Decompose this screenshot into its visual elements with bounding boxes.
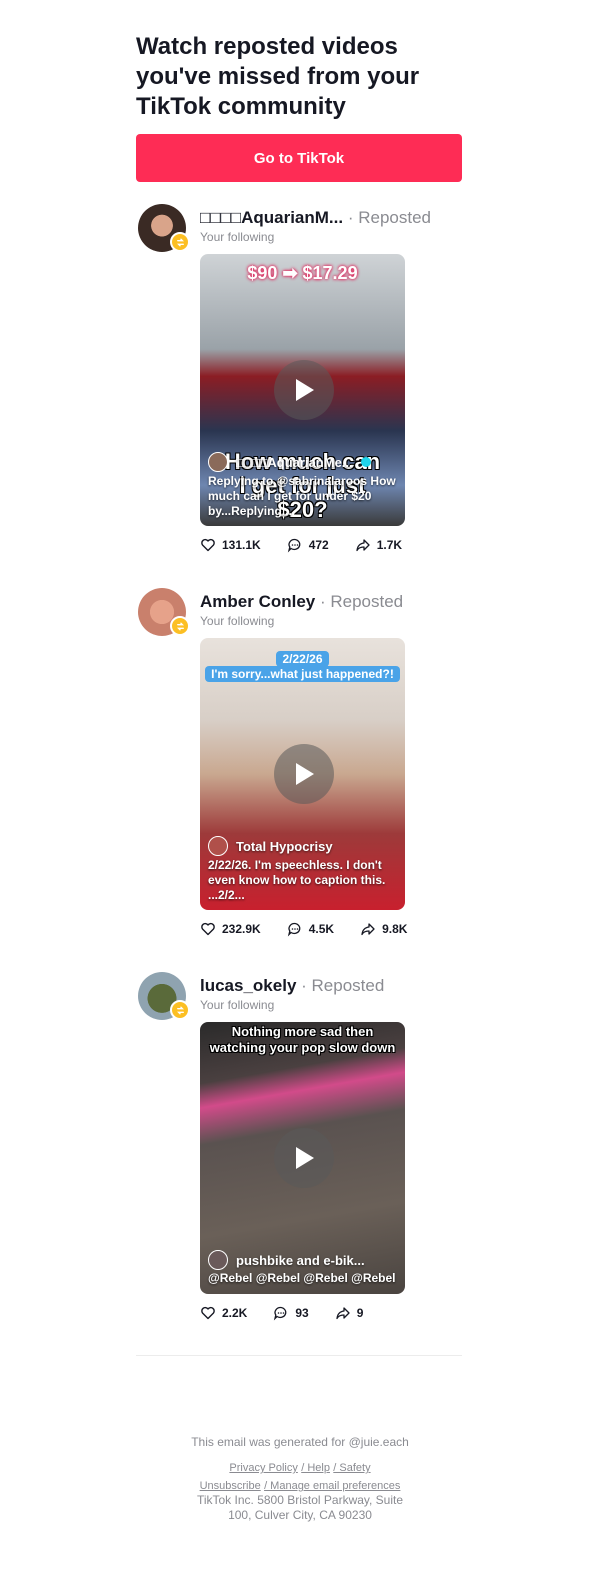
- avatar[interactable]: [138, 588, 190, 636]
- heart-icon: [201, 538, 215, 552]
- comment-icon: [287, 538, 301, 553]
- creator-name: pushbike and e-bik...: [236, 1252, 365, 1268]
- creator-avatar: [208, 836, 228, 856]
- creator-avatar: [208, 1250, 228, 1270]
- repost-icon: [170, 1000, 190, 1020]
- shares-stat: 9.8K: [360, 921, 407, 937]
- video-thumbnail[interactable]: 2/22/26 I'm sorry...what just happened?!…: [200, 638, 405, 910]
- play-icon[interactable]: [274, 360, 334, 420]
- following-label: Your following: [200, 614, 275, 628]
- price-overlay: $90 ➡ $17.29: [247, 263, 358, 283]
- avatar[interactable]: [138, 972, 190, 1020]
- likes-stat: 2.2K: [200, 1305, 247, 1321]
- repost-icon: [170, 232, 190, 252]
- video-thumbnail[interactable]: Nothing more sad then watching your pop …: [200, 1022, 405, 1294]
- shares-count: 1.7K: [376, 538, 403, 552]
- creator-row: □□□□AquarianMe...: [208, 452, 371, 472]
- username[interactable]: lucas_okely: [200, 976, 296, 995]
- comments-count: 4.5K: [308, 922, 335, 936]
- creator-name: □□□□AquarianMe...: [236, 454, 353, 470]
- username-line: lucas_okely · Reposted: [200, 976, 384, 996]
- likes-count: 232.9K: [222, 922, 261, 936]
- safety-link[interactable]: / Safety: [333, 1462, 370, 1474]
- company-address: TikTok Inc. 5800 Bristol Parkway, Suite …: [196, 1493, 404, 1522]
- username-line: □□□□AquarianM... · Reposted: [200, 208, 431, 228]
- likes-stat: 131.1K: [200, 537, 261, 553]
- creator-row: pushbike and e-bik...: [208, 1250, 365, 1270]
- repost-item: □□□□AquarianM... · Reposted Your followi…: [136, 204, 466, 564]
- video-caption: @Rebel @Rebel @Rebel @Rebel: [208, 1271, 396, 1285]
- following-label: Your following: [200, 230, 275, 244]
- play-icon[interactable]: [274, 744, 334, 804]
- username[interactable]: Amber Conley: [200, 592, 315, 611]
- creator-name: Total Hypocrisy: [236, 838, 333, 854]
- help-link[interactable]: / Help: [301, 1462, 330, 1474]
- creator-avatar: [208, 452, 228, 472]
- repost-item: Amber Conley · Reposted Your following 2…: [136, 588, 466, 948]
- comments-count: 472: [308, 538, 329, 552]
- comments-stat: 4.5K: [287, 921, 334, 937]
- comment-icon: [274, 1306, 287, 1321]
- video-caption: Replying to @sabrinalaroos How much can …: [208, 474, 396, 518]
- go-to-tiktok-button[interactable]: Go to TikTok: [136, 134, 462, 182]
- unsubscribe-link[interactable]: Unsubscribe: [200, 1480, 261, 1492]
- reposted-label: · Reposted: [301, 976, 385, 995]
- play-icon[interactable]: [274, 1128, 334, 1188]
- share-icon: [356, 539, 370, 552]
- video-thumbnail[interactable]: $90 ➡ $17.29 How much can I get for just…: [200, 254, 405, 526]
- headline: Watch reposted videos you've missed from…: [136, 33, 420, 120]
- username-line: Amber Conley · Reposted: [200, 592, 403, 612]
- shares-count: 9: [356, 1306, 364, 1320]
- username[interactable]: □□□□AquarianM...: [200, 208, 343, 227]
- reposted-label: · Reposted: [347, 208, 431, 227]
- footer-links-row-1: Privacy Policy / Help / Safety: [0, 1460, 600, 1474]
- likes-count: 131.1K: [222, 538, 261, 552]
- manage-preferences-link[interactable]: / Manage email preferences: [264, 1480, 400, 1492]
- stats-row: 2.2K 93 9: [200, 1305, 363, 1321]
- heart-icon: [201, 1306, 215, 1320]
- video-text-overlay: I'm sorry...what just happened?!: [205, 666, 400, 682]
- video-text-overlay: Nothing more sad then watching your pop …: [209, 1024, 396, 1055]
- shares-stat: 9: [335, 1305, 364, 1321]
- repost-icon: [170, 616, 190, 636]
- avatar[interactable]: [138, 204, 190, 252]
- shares-stat: 1.7K: [355, 537, 402, 553]
- comments-stat: 472: [287, 537, 329, 553]
- creator-row: Total Hypocrisy: [208, 836, 333, 856]
- likes-stat: 232.9K: [200, 921, 261, 937]
- privacy-policy-link[interactable]: Privacy Policy: [229, 1462, 297, 1474]
- share-icon: [336, 1307, 350, 1320]
- video-caption: 2/22/26. I'm speechless. I don't even kn…: [208, 858, 386, 902]
- heart-icon: [201, 922, 215, 936]
- reposted-label: · Reposted: [319, 592, 404, 611]
- repost-item: lucas_okely · Reposted Your following No…: [136, 972, 466, 1332]
- divider: [136, 1355, 462, 1356]
- stats-row: 232.9K 4.5K 9.8K: [200, 921, 407, 937]
- shares-count: 9.8K: [382, 922, 408, 936]
- likes-count: 2.2K: [222, 1306, 248, 1320]
- footer-links-row-2: Unsubscribe / Manage email preferences: [0, 1478, 600, 1492]
- generated-for-text: This email was generated for @juie.each: [191, 1435, 409, 1449]
- comments-stat: 93: [273, 1305, 309, 1321]
- verified-icon: [360, 457, 371, 467]
- comments-count: 93: [295, 1306, 309, 1320]
- stats-row: 131.1K 472 1.7K: [200, 537, 402, 553]
- comment-icon: [287, 922, 301, 937]
- share-icon: [361, 923, 375, 936]
- following-label: Your following: [200, 998, 275, 1012]
